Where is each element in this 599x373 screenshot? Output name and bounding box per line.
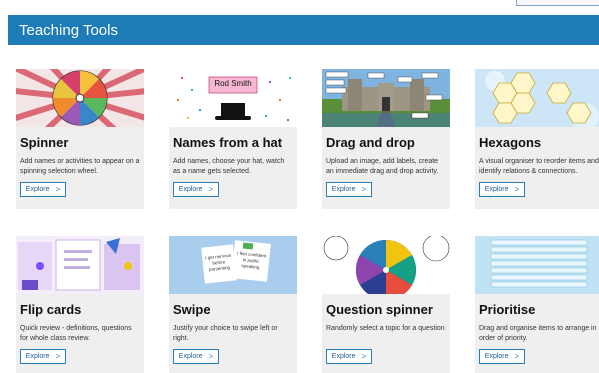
card-title: Question spinner [326, 302, 433, 317]
card-title: Prioritise [479, 302, 536, 317]
card-description: Randomly select a topic for a question [326, 325, 445, 332]
explore-label: Explore [331, 186, 356, 193]
top-strip [0, 0, 599, 14]
explore-button[interactable]: Explore > [326, 349, 372, 364]
hat-name-label: Rod Smith [214, 79, 252, 88]
card-question-spinner[interactable]: Question spinner Randomly select a topic… [322, 236, 450, 373]
yes-tag [242, 242, 254, 250]
explore-button[interactable]: Explore > [479, 349, 525, 364]
chevron-right-icon: > [514, 352, 520, 361]
explore-button[interactable]: Explore > [479, 182, 525, 197]
explore-label: Explore [331, 353, 356, 360]
explore-label: Explore [25, 186, 50, 193]
chevron-right-icon: > [361, 352, 367, 361]
chevron-right-icon: > [55, 185, 61, 194]
card-drag-and-drop[interactable]: Drag and drop Upload an image, add label… [322, 69, 450, 209]
chevron-right-icon: > [361, 185, 367, 194]
card-description: Upload an image, add labels, create an i… [326, 158, 439, 175]
card-names-from-a-hat[interactable]: Rod Smith Names from a hat Add names, ch… [169, 69, 297, 209]
card-description: Add names, choose your hat, watch as a n… [173, 158, 285, 175]
prioritise-list-image [475, 236, 599, 294]
question-wheel-image [322, 236, 450, 294]
card-title: Spinner [20, 135, 69, 150]
explore-label: Explore [25, 353, 50, 360]
card-title: Names from a hat [173, 135, 283, 150]
explore-button[interactable]: Explore > [20, 349, 66, 364]
chevron-right-icon: > [208, 352, 214, 361]
explore-label: Explore [178, 353, 203, 360]
card-title: Swipe [173, 302, 211, 317]
explore-button[interactable]: Explore > [20, 182, 66, 197]
chevron-right-icon: > [514, 185, 520, 194]
card-prioritise[interactable]: Prioritise Drag and organise items to ar… [475, 236, 599, 373]
top-hat-image: Rod Smith [169, 69, 297, 127]
explore-button[interactable]: Explore > [173, 182, 219, 197]
page-title: Teaching Tools [19, 21, 118, 39]
explore-label: Explore [484, 186, 509, 193]
card-flip-cards[interactable]: Flip cards Quick review - definitions, q… [16, 236, 144, 373]
flip-cards-image [16, 236, 144, 294]
swipe-cards-image: I get nervous before presenting I feel c… [169, 236, 297, 294]
explore-label: Explore [178, 186, 203, 193]
card-description: A visual organiser to reorder items and … [479, 158, 599, 175]
card-description: Quick review - definitions, questions fo… [20, 325, 132, 342]
card-description: Add names or activities to appear on a s… [20, 158, 140, 175]
chevron-right-icon: > [208, 185, 214, 194]
top-panel-edge [516, 0, 599, 6]
explore-button[interactable]: Explore > [173, 349, 219, 364]
card-title: Drag and drop [326, 135, 415, 150]
card-swipe[interactable]: I get nervous before presenting I feel c… [169, 236, 297, 373]
page-header: Teaching Tools [8, 15, 599, 45]
spinner-wheel-image [16, 69, 144, 127]
explore-button[interactable]: Explore > [326, 182, 372, 197]
card-spinner[interactable]: Spinner Add names or activities to appea… [16, 69, 144, 209]
explore-label: Explore [484, 353, 509, 360]
hexagons-image [475, 69, 599, 127]
castle-image [322, 69, 450, 127]
card-description: Justify your choice to swipe left or rig… [173, 325, 278, 342]
card-title: Hexagons [479, 135, 542, 150]
chevron-right-icon: > [55, 352, 61, 361]
card-description: Drag and organise items to arrange in or… [479, 325, 597, 342]
card-title: Flip cards [20, 302, 82, 317]
card-hexagons[interactable]: Hexagons A visual organiser to reorder i… [475, 69, 599, 209]
